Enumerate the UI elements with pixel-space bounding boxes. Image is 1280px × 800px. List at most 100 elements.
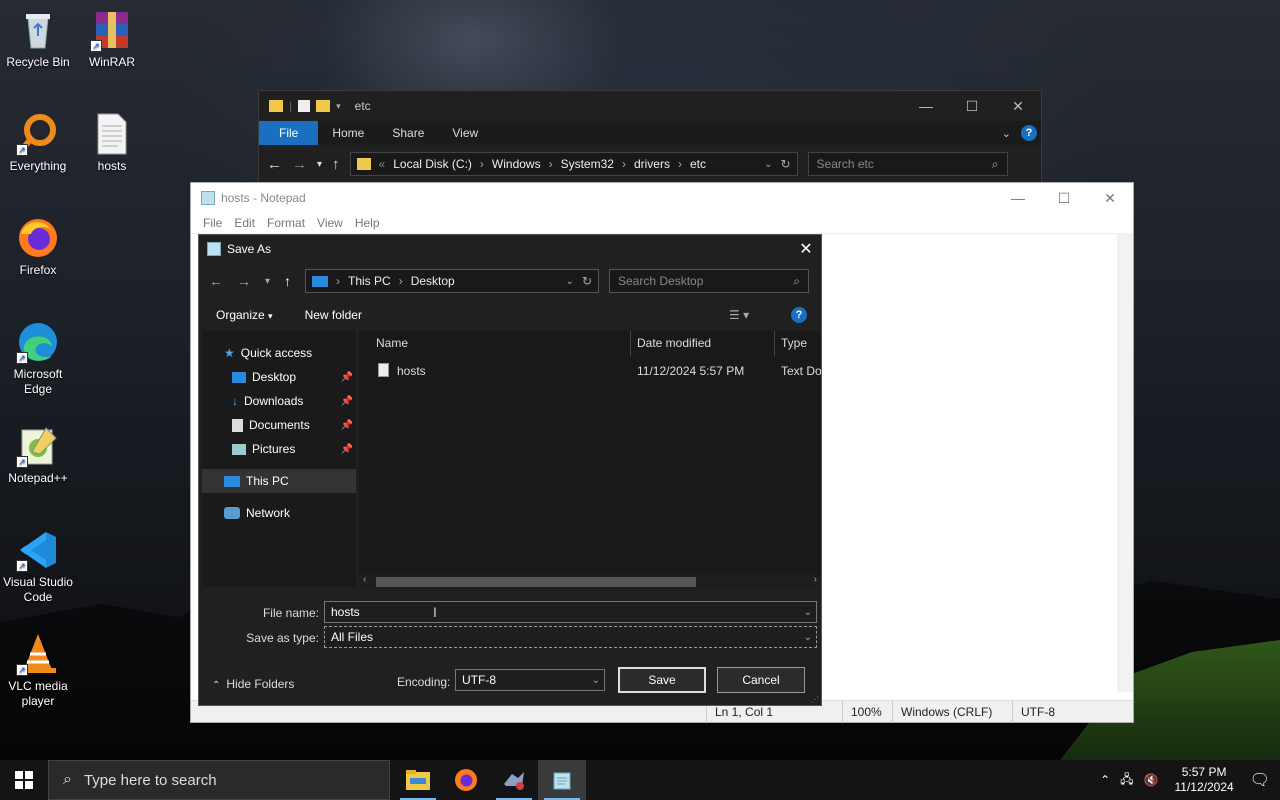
breadcrumb-overflow-icon[interactable]: «: [379, 157, 386, 171]
breadcrumb-item[interactable]: System32: [561, 157, 614, 171]
nav-item-desktop[interactable]: Desktop 📌: [202, 365, 356, 389]
desktop-icon-vscode[interactable]: ↗ Visual Studio Code: [0, 528, 76, 605]
breadcrumb-separator-icon[interactable]: ›: [336, 274, 340, 288]
breadcrumb-item[interactable]: Desktop: [411, 274, 455, 288]
desktop-icon-everything[interactable]: ↗ Everything: [0, 112, 76, 174]
desktop-icon-notepadpp[interactable]: ↗ Notepad++: [0, 424, 76, 486]
explorer-address-bar[interactable]: « Local Disk (C:) › Windows › System32 › dr…: [349, 152, 798, 176]
explorer-search-input[interactable]: Search etc ⌕: [807, 152, 1008, 176]
minimize-button[interactable]: —: [995, 183, 1041, 213]
minimize-button[interactable]: —: [903, 91, 949, 121]
menu-help[interactable]: Help: [349, 216, 386, 230]
help-icon[interactable]: ?: [791, 307, 807, 323]
breadcrumb-item[interactable]: This PC: [348, 274, 391, 288]
dialog-address-bar[interactable]: › This PC › Desktop ⌄ ↻: [305, 269, 599, 293]
pin-icon[interactable]: 📌: [341, 372, 353, 383]
notepad-vertical-scrollbar[interactable]: [1117, 233, 1133, 692]
start-button[interactable]: [0, 760, 48, 800]
address-dropdown-icon[interactable]: ⌄: [566, 276, 574, 287]
breadcrumb-separator-icon[interactable]: ›: [622, 157, 626, 171]
taskbar-firefox[interactable]: [442, 760, 490, 800]
maximize-button[interactable]: ☐: [949, 91, 995, 121]
refresh-icon[interactable]: ↻: [780, 157, 790, 171]
nav-item-pictures[interactable]: Pictures 📌: [202, 437, 356, 461]
explorer-titlebar[interactable]: | ▾ etc — ☐ ✕: [259, 91, 1041, 121]
column-header-date[interactable]: Date modified: [637, 336, 711, 350]
desktop-icon-winrar[interactable]: ↗ WinRAR: [74, 8, 150, 70]
close-button[interactable]: ✕: [1087, 183, 1133, 213]
expand-ribbon-chevron-icon[interactable]: ⌄: [1002, 127, 1021, 140]
recent-locations-chevron-icon[interactable]: ▾: [317, 159, 322, 170]
desktop-icon-recycle-bin[interactable]: Recycle Bin: [0, 8, 76, 70]
menu-format[interactable]: Format: [261, 216, 311, 230]
save-as-type-select[interactable]: All Files ⌄: [324, 626, 817, 648]
breadcrumb-separator-icon[interactable]: ›: [399, 274, 403, 288]
resize-grip-icon[interactable]: ⋰: [811, 695, 819, 704]
breadcrumb-item[interactable]: drivers: [634, 157, 670, 171]
dialog-search-input[interactable]: Search Desktop ⌕: [609, 269, 809, 293]
breadcrumb-separator-icon[interactable]: ›: [480, 157, 484, 171]
new-folder-button[interactable]: New folder: [305, 308, 362, 322]
column-header-type[interactable]: Type: [781, 336, 807, 350]
ribbon-tab-home[interactable]: Home: [318, 121, 378, 145]
back-arrow-icon[interactable]: ←: [209, 273, 223, 289]
forward-arrow-icon[interactable]: →: [237, 273, 251, 289]
network-icon[interactable]: 🖧: [1120, 770, 1133, 791]
nav-item-this-pc[interactable]: This PC: [202, 469, 356, 493]
pin-icon[interactable]: 📌: [341, 420, 353, 431]
organize-button[interactable]: Organize ▾: [216, 308, 273, 322]
file-list-horizontal-scrollbar[interactable]: ‹ ›: [359, 574, 821, 587]
pin-icon[interactable]: 📌: [341, 444, 353, 455]
taskbar-app-3[interactable]: [490, 760, 538, 800]
encoding-select[interactable]: UTF-8 ⌄: [455, 669, 605, 691]
close-icon[interactable]: ✕: [791, 239, 821, 259]
scroll-right-icon[interactable]: ›: [814, 574, 817, 585]
nav-item-quick-access[interactable]: ★ Quick access: [202, 341, 356, 365]
taskbar-clock[interactable]: 5:57 PM 11/12/2024: [1169, 765, 1240, 795]
desktop-icon-vlc[interactable]: ↗ VLC media player: [0, 632, 76, 709]
customize-toolbar-chevron-icon[interactable]: ▾: [336, 101, 341, 112]
save-button[interactable]: Save: [618, 667, 706, 693]
breadcrumb-item[interactable]: Local Disk (C:): [393, 157, 472, 171]
recent-locations-chevron-icon[interactable]: ▾: [265, 276, 270, 287]
refresh-icon[interactable]: ↻: [582, 274, 592, 288]
taskbar-search-box[interactable]: ⌕ Type here to search: [48, 760, 390, 800]
file-name-input[interactable]: hosts I ⌄: [324, 601, 817, 623]
scrollbar-thumb[interactable]: [376, 577, 696, 587]
menu-edit[interactable]: Edit: [228, 216, 261, 230]
notepad-titlebar[interactable]: hosts - Notepad — ☐ ✕: [191, 183, 1133, 213]
desktop-icon-hosts[interactable]: hosts: [74, 112, 150, 174]
properties-icon[interactable]: [298, 100, 311, 112]
column-divider[interactable]: [630, 331, 631, 356]
forward-arrow-icon[interactable]: →: [292, 156, 307, 173]
save-as-dialog[interactable]: Save As ✕ ← → ▾ ↑ › This PC › Desktop ⌄ …: [198, 234, 822, 706]
notification-center-icon[interactable]: 🗨: [1250, 770, 1270, 790]
pin-icon[interactable]: 📌: [341, 396, 353, 407]
up-arrow-icon[interactable]: ↑: [284, 273, 291, 289]
chevron-down-icon[interactable]: ⌄: [592, 675, 600, 686]
explorer-window[interactable]: | ▾ etc — ☐ ✕ File Home Share View ⌄ ? ←…: [258, 90, 1042, 186]
maximize-button[interactable]: ☐: [1041, 183, 1087, 213]
column-divider[interactable]: [774, 331, 775, 356]
breadcrumb-item[interactable]: Windows: [492, 157, 541, 171]
taskbar-file-explorer[interactable]: [394, 760, 442, 800]
breadcrumb-separator-icon[interactable]: ›: [549, 157, 553, 171]
desktop-icon-edge[interactable]: ↗ Microsoft Edge: [0, 320, 76, 397]
ribbon-tab-view[interactable]: View: [438, 121, 492, 145]
menu-view[interactable]: View: [311, 216, 349, 230]
help-icon[interactable]: ?: [1021, 125, 1037, 141]
table-row[interactable]: hosts 11/12/2024 5:57 PM Text Doc: [359, 359, 821, 383]
scroll-left-icon[interactable]: ‹: [363, 574, 366, 585]
ribbon-tab-file[interactable]: File: [259, 121, 319, 145]
breadcrumb-separator-icon[interactable]: ›: [678, 157, 682, 171]
column-header-name[interactable]: Name: [376, 336, 408, 350]
volume-muted-icon[interactable]: 🔇: [1144, 773, 1159, 787]
chevron-down-icon[interactable]: ⌄: [804, 632, 812, 643]
back-arrow-icon[interactable]: ←: [267, 156, 282, 173]
desktop-icon-firefox[interactable]: Firefox: [0, 216, 76, 278]
nav-item-downloads[interactable]: ↓ Downloads 📌: [202, 389, 356, 413]
ribbon-tab-share[interactable]: Share: [378, 121, 438, 145]
nav-item-network[interactable]: Network: [202, 501, 356, 525]
new-folder-icon[interactable]: [316, 100, 331, 112]
taskbar-notepad[interactable]: [538, 760, 586, 800]
